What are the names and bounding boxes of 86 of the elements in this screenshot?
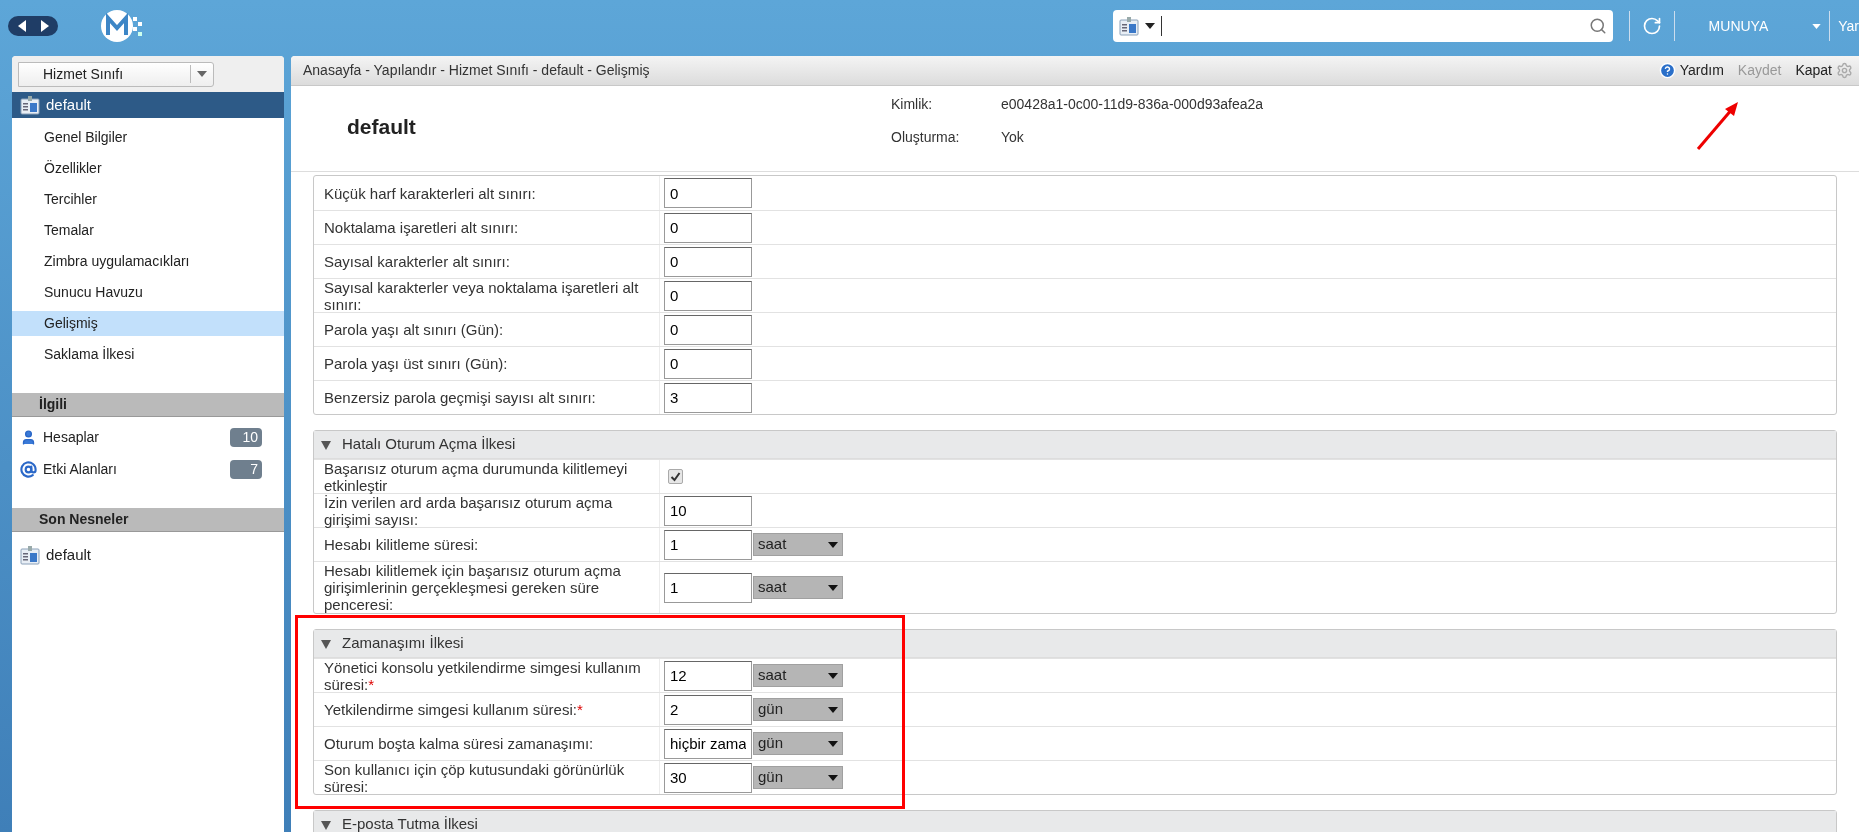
object-type-dropdown[interactable]: Hizmet Sınıfı [18, 61, 214, 87]
related-item[interactable]: Etki Alanları 7 [12, 456, 284, 482]
section-header[interactable]: Hatalı Oturum Açma İlkesi [314, 431, 1836, 459]
field-label: Yönetici konsolu yetkilendirme simgesi kullanım süresi:* [324, 658, 642, 693]
unit-dropdown[interactable]: gün [753, 698, 843, 721]
number-field[interactable]: 0 [664, 280, 752, 311]
logo-icon [100, 8, 144, 44]
info-value: Yok [1001, 128, 1025, 147]
help-button[interactable]: Yardım [1658, 60, 1724, 81]
checkbox[interactable] [668, 469, 683, 484]
field-label: Küçük harf karakterleri alt sınırı: [324, 184, 536, 202]
caret-icon [828, 706, 838, 713]
field-label: Benzersiz parola geçmişi sayısı alt sınırı: [324, 389, 596, 406]
sidebar-item[interactable]: Özellikler [12, 156, 284, 181]
field-label: Noktalama işaretleri alt sınırı: [324, 219, 519, 236]
collapse-triangle-icon[interactable] [320, 637, 332, 650]
collapse-triangle-icon[interactable] [320, 818, 332, 831]
search-icon[interactable] [1588, 17, 1607, 35]
number-field[interactable]: 30 [664, 762, 752, 793]
recent-item[interactable]: default [12, 542, 284, 568]
sidebar-item[interactable]: Gelişmiş [12, 311, 284, 336]
caret-icon [197, 71, 207, 77]
number-field[interactable]: 0 [664, 178, 752, 208]
id-card-icon [1118, 16, 1139, 36]
related-item[interactable]: Hesaplar 10 [12, 424, 284, 450]
page-title: default [346, 114, 417, 140]
number-field[interactable]: 0 [664, 314, 752, 345]
field-label: Parola yaşı alt sınırı (Gün): [324, 321, 504, 338]
at-sign-icon [20, 460, 37, 478]
section-header[interactable]: E-posta Tutma İlkesi [314, 811, 1836, 832]
section-heading: Son Nesneler [12, 508, 284, 532]
refresh-icon[interactable] [1641, 16, 1662, 36]
caret-icon [828, 740, 838, 747]
help-icon [1658, 62, 1676, 79]
unit-dropdown[interactable]: saat [753, 664, 843, 687]
breadcrumb: Anasayfa - Yapılandır - Hizmet Sınıfı - default - Gelişmiş [303, 61, 651, 80]
field-label: Sayısal karakterler veya noktalama işaretleri alt sınırı: [324, 278, 640, 313]
caret-icon [828, 541, 838, 548]
sidebar-item[interactable]: Sunucu Havuzu [12, 280, 284, 305]
number-field[interactable]: hiçbir zama [664, 728, 752, 759]
close-button[interactable]: Kapat [1795, 60, 1832, 81]
field-label: Son kullanıcı için çöp kutusundaki görünürlük süresi: [324, 760, 626, 795]
caret-icon[interactable] [1144, 23, 1155, 29]
info-label: Oluşturma: [891, 128, 961, 147]
count-badge: 7 [230, 459, 262, 479]
number-field[interactable]: 0 [664, 212, 752, 243]
field-label: İzin verilen ard arda başarısız oturum açma girişimi sayısı: [324, 493, 614, 528]
unit-dropdown[interactable]: saat [753, 576, 843, 599]
sidebar-item[interactable]: Temalar [12, 218, 284, 243]
field-label: Sayısal karakterler alt sınırı: [324, 253, 510, 270]
number-field[interactable]: 1 [664, 572, 752, 603]
number-field[interactable]: 12 [664, 660, 752, 691]
field-label: Yetkilendirme simgesi kullanım süresi:* [324, 701, 583, 718]
person-icon [20, 428, 37, 446]
number-field[interactable]: 2 [664, 694, 752, 725]
sidebar-item[interactable]: Zimbra uygulamacıkları [12, 249, 284, 274]
unit-dropdown[interactable]: gün [753, 732, 843, 755]
field-label: Hesabı kilitleme süresi: [324, 536, 479, 553]
field-label: Hesabı kilitlemek için başarısız oturum açma girişimlerinin gerçekleşmesi gereken süre penceresi: [324, 562, 622, 613]
section-header[interactable]: Zamanaşımı İlkesi [314, 630, 1836, 658]
info-label: Kimlik: [891, 95, 934, 114]
number-field[interactable]: 10 [664, 495, 752, 526]
caret-icon [828, 672, 838, 679]
field-label: Başarısız oturum açma durumunda kilitlemeyi etkinleştir [324, 459, 629, 494]
sidebar-item[interactable]: Tercihler [12, 187, 284, 212]
number-field[interactable]: 0 [664, 246, 752, 277]
field-label: Oturum boşta kalma süresi zamanaşımı: [324, 735, 594, 752]
number-field[interactable]: 0 [664, 348, 752, 379]
number-field[interactable]: 1 [664, 529, 752, 560]
search-field[interactable] [1112, 10, 1613, 42]
back-forward-buttons[interactable] [8, 16, 58, 36]
unit-dropdown[interactable]: gün [753, 766, 843, 789]
caret-icon [828, 774, 838, 781]
collapse-triangle-icon[interactable] [320, 438, 332, 451]
section-heading: İlgili [12, 393, 284, 417]
unit-dropdown[interactable]: saat [753, 533, 843, 556]
number-field[interactable]: 3 [664, 382, 752, 413]
info-value: e00428a1-0c00-11d9-836a-000d93afea2a [1001, 95, 1264, 114]
id-card-icon [20, 95, 40, 115]
caret-icon [828, 584, 838, 591]
sidebar-item[interactable]: Saklama İlkesi [12, 342, 284, 367]
current-object-row[interactable]: default [12, 92, 284, 118]
count-badge: 10 [230, 427, 262, 447]
id-card-icon [20, 545, 40, 565]
sidebar-item[interactable]: Genel Bilgiler [12, 125, 284, 150]
field-label: Parola yaşı üst sınırı (Gün): [324, 355, 508, 372]
